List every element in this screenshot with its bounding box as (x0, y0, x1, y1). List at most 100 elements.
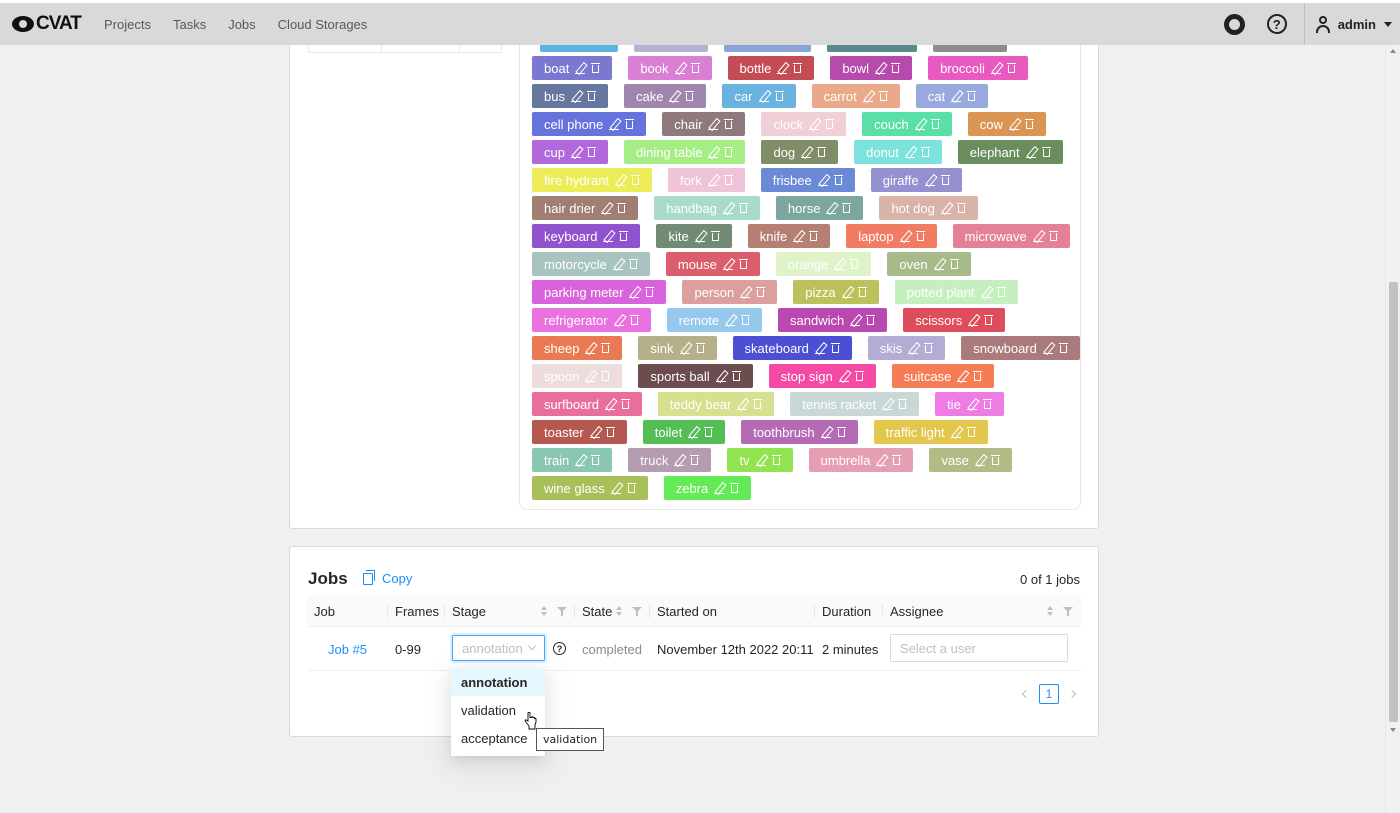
label-item[interactable]: sheep (532, 336, 623, 360)
edit-icon[interactable] (974, 455, 985, 466)
delete-icon[interactable] (724, 118, 734, 130)
label-item[interactable]: tv (727, 448, 793, 472)
delete-icon[interactable] (738, 202, 748, 214)
label-item[interactable]: chair (662, 112, 746, 136)
delete-icon[interactable] (920, 146, 930, 158)
delete-icon[interactable] (690, 62, 700, 74)
delete-icon[interactable] (850, 258, 860, 270)
label-item[interactable]: car (722, 84, 796, 108)
edit-icon[interactable] (714, 483, 725, 494)
label-item[interactable]: teddy bear (657, 392, 775, 416)
edit-icon[interactable] (613, 315, 624, 326)
label-item[interactable]: umbrella (808, 448, 914, 472)
delete-icon[interactable] (996, 286, 1006, 298)
edit-icon[interactable] (674, 455, 685, 466)
edit-icon[interactable] (715, 371, 726, 382)
assignee-sort-icon[interactable] (1047, 606, 1054, 617)
delete-icon[interactable] (854, 370, 864, 382)
label-item[interactable]: giraffe (870, 168, 962, 192)
edit-icon[interactable] (669, 91, 680, 102)
label-item[interactable]: elephant (957, 140, 1063, 164)
edit-icon[interactable] (882, 399, 893, 410)
edit-icon[interactable] (801, 147, 812, 158)
delete-icon[interactable] (1006, 62, 1016, 74)
label-item[interactable]: stop sign (768, 364, 876, 388)
delete-icon[interactable] (626, 482, 636, 494)
label-item[interactable]: cow (967, 112, 1046, 136)
delete-icon[interactable] (723, 174, 733, 186)
label-item[interactable]: kite (656, 224, 732, 248)
delete-icon[interactable] (930, 118, 940, 130)
delete-icon[interactable] (591, 62, 601, 74)
delete-icon[interactable] (586, 146, 596, 158)
label-item[interactable]: scissors (903, 308, 1006, 332)
edit-icon[interactable] (968, 315, 979, 326)
label-item[interactable]: frisbee (760, 168, 855, 192)
stage-select[interactable]: annotation (452, 635, 545, 661)
delete-icon[interactable] (990, 454, 1000, 466)
delete-icon[interactable] (591, 454, 601, 466)
delete-icon[interactable] (774, 90, 784, 102)
edit-icon[interactable] (908, 343, 919, 354)
assignee-filter-icon[interactable] (1063, 607, 1073, 616)
delete-icon[interactable] (625, 118, 635, 130)
edit-icon[interactable] (610, 483, 621, 494)
github-button[interactable] (1214, 3, 1256, 45)
delete-icon[interactable] (601, 342, 611, 354)
edit-icon[interactable] (834, 259, 845, 270)
delete-icon[interactable] (857, 286, 867, 298)
edit-icon[interactable] (841, 287, 852, 298)
edit-icon[interactable] (575, 455, 586, 466)
label-item[interactable]: sandwich (778, 308, 888, 332)
delete-icon[interactable] (809, 230, 819, 242)
edit-icon[interactable] (615, 175, 626, 186)
delete-icon[interactable] (631, 174, 641, 186)
delete-icon[interactable] (949, 258, 959, 270)
delete-icon[interactable] (830, 342, 840, 354)
edit-icon[interactable] (674, 63, 685, 74)
edit-icon[interactable] (940, 203, 951, 214)
edit-icon[interactable] (990, 63, 1001, 74)
edit-icon[interactable] (875, 63, 886, 74)
label-item[interactable]: person (682, 280, 778, 304)
edit-icon[interactable] (862, 91, 873, 102)
scroll-thumb[interactable] (1389, 282, 1398, 722)
label-item[interactable]: knife (747, 224, 831, 248)
delete-icon[interactable] (842, 202, 852, 214)
col-stage[interactable]: Stage (452, 595, 486, 627)
delete-icon[interactable] (605, 426, 615, 438)
delete-icon[interactable] (973, 370, 983, 382)
edit-icon[interactable] (1025, 147, 1036, 158)
label-item[interactable]: cup (532, 140, 608, 164)
label-item[interactable]: keyboard (532, 224, 641, 248)
label-item[interactable]: refrigerator (532, 308, 651, 332)
scroll-up-icon[interactable] (1390, 49, 1396, 53)
next-page-icon[interactable] (1067, 689, 1077, 699)
edit-icon[interactable] (817, 175, 828, 186)
delete-icon[interactable] (620, 398, 630, 410)
delete-icon[interactable] (645, 286, 655, 298)
edit-icon[interactable] (1032, 231, 1043, 242)
label-item[interactable]: hot dog (879, 196, 978, 220)
edit-icon[interactable] (570, 147, 581, 158)
label-item[interactable]: toaster (532, 420, 627, 444)
label-item[interactable]: snowboard (961, 336, 1080, 360)
nav-cloud-storages[interactable]: Cloud Storages (267, 17, 379, 32)
delete-icon[interactable] (695, 342, 705, 354)
label-item[interactable]: handbag (654, 196, 760, 220)
delete-icon[interactable] (984, 314, 994, 326)
delete-icon[interactable] (940, 174, 950, 186)
delete-icon[interactable] (956, 202, 966, 214)
delete-icon[interactable] (1041, 146, 1051, 158)
label-item[interactable]: cat (915, 84, 989, 108)
delete-icon[interactable] (825, 118, 835, 130)
edit-icon[interactable] (585, 343, 596, 354)
label-item[interactable]: carrot (811, 84, 900, 108)
delete-icon[interactable] (628, 258, 638, 270)
label-item[interactable]: sink (638, 336, 717, 360)
edit-icon[interactable] (679, 343, 690, 354)
label-item[interactable]: remote (666, 308, 763, 332)
label-item[interactable]: sports ball (638, 364, 753, 388)
edit-icon[interactable] (820, 427, 831, 438)
label-item[interactable]: fork (668, 168, 745, 192)
